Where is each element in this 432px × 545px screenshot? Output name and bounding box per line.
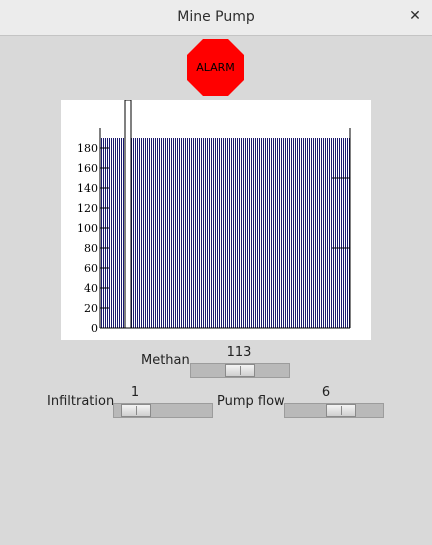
axis-tick-label: 20 <box>84 302 98 315</box>
pump-flow-value: 6 <box>321 385 331 400</box>
methan-slider[interactable] <box>190 363 290 378</box>
methan-slider-thumb[interactable] <box>225 364 255 377</box>
pump-flow-label: Pump flow <box>217 394 285 409</box>
axis-tick-label: 60 <box>84 262 98 275</box>
infiltration-slider[interactable] <box>113 403 213 418</box>
axis-tick-label: 180 <box>77 142 98 155</box>
axis-tick-label: 100 <box>77 222 98 235</box>
alarm-label: ALARM <box>196 61 235 74</box>
axis-tick-label: 0 <box>91 322 98 335</box>
pump-flow-slider[interactable] <box>284 403 384 418</box>
methan-value: 113 <box>226 345 252 360</box>
close-icon[interactable]: ✕ <box>408 8 422 24</box>
methan-label: Methan <box>141 353 190 368</box>
infiltration-label: Infiltration <box>47 394 115 409</box>
axis-tick-label: 80 <box>84 242 98 255</box>
pump-flow-slider-thumb[interactable] <box>326 404 356 417</box>
infiltration-slider-thumb[interactable] <box>121 404 151 417</box>
title-bar: Mine Pump ✕ <box>0 0 432 36</box>
water-fill <box>100 138 350 328</box>
alarm-indicator: ALARM <box>186 38 245 97</box>
axis-tick-label: 40 <box>84 282 98 295</box>
tank-chart: 0 20 40 60 80 100 120 140 160 180 <box>77 100 351 335</box>
axis-tick-label: 120 <box>77 202 98 215</box>
tank-display: 0 20 40 60 80 100 120 140 160 180 <box>61 100 371 340</box>
axis-tick-label: 160 <box>77 162 98 175</box>
window-title: Mine Pump <box>177 9 255 25</box>
infiltration-value: 1 <box>130 385 140 400</box>
pump-pipe <box>124 100 132 329</box>
axis-tick-label: 140 <box>77 182 98 195</box>
